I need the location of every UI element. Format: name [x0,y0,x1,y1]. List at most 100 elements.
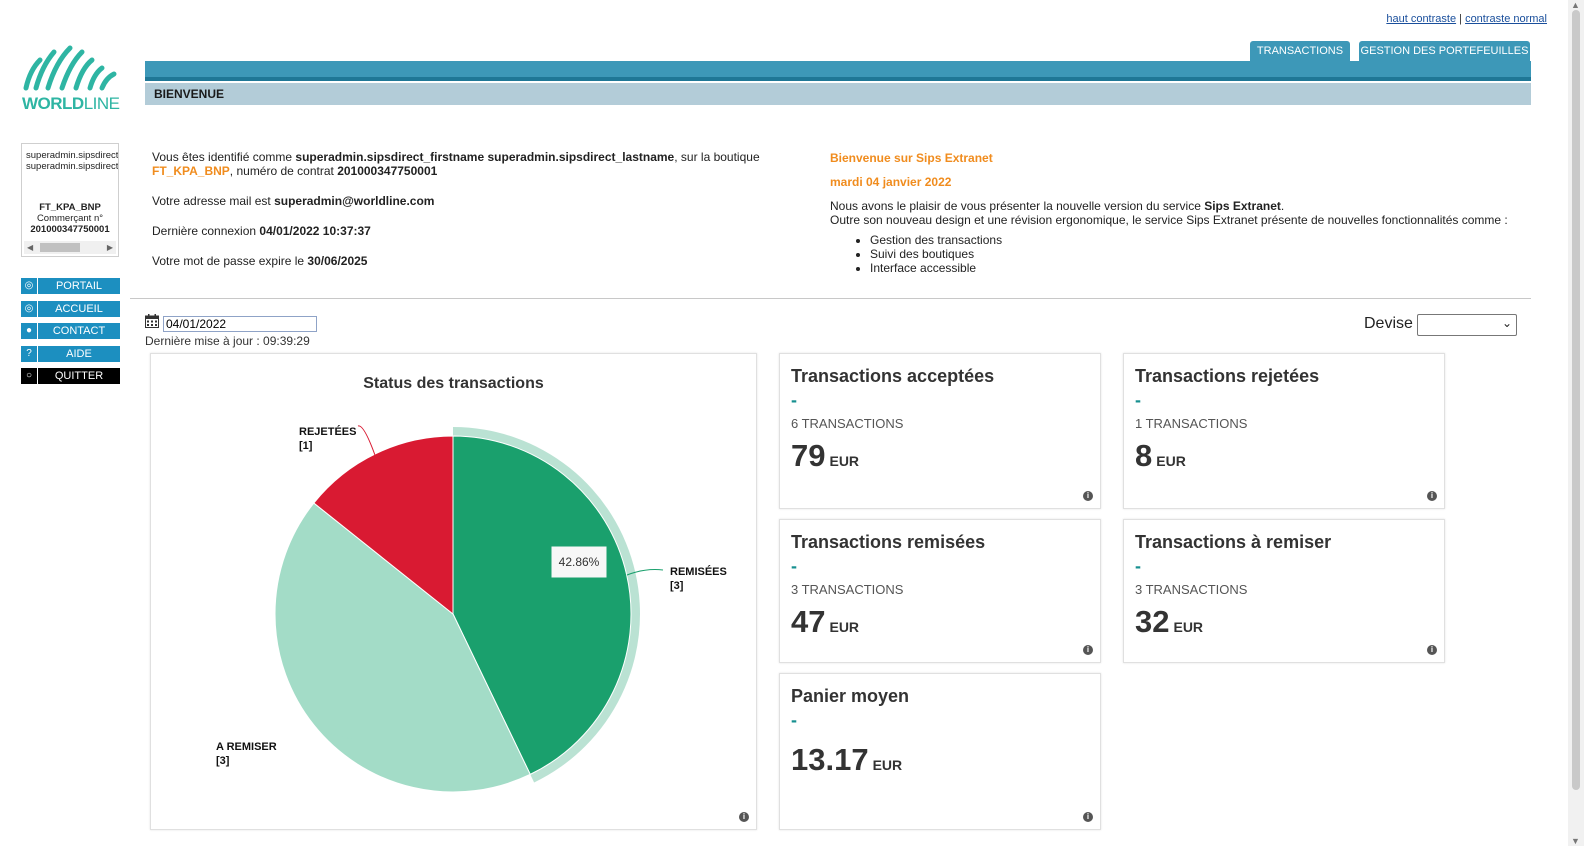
nav-aide-label: AIDE [38,346,120,362]
card-amount: 32 EUR [1135,604,1204,639]
nav-quitter[interactable]: ○ QUITTER [21,368,120,384]
user-firstname: superadmin.sipsdirect_firstname [26,150,118,161]
contact-icon: ● [21,323,37,339]
info-icon[interactable]: i [739,812,749,822]
merchant-contract-label: Commerçant n° [36,213,104,224]
ident-username: superadmin.sipsdirect_firstname superadm… [295,150,675,164]
ident-shop: FT_KPA_BNP [152,164,230,178]
nav-quitter-label: QUITTER [38,368,120,384]
news-feature-item: Suivi des boutiques [870,247,1530,261]
ident-contract: 201000347750001 [337,164,438,178]
power-icon: ○ [21,368,37,384]
card-count: 6 TRANSACTIONS [791,416,904,431]
contrast-links: haut contraste | contraste normal [1386,13,1547,25]
card-amount: 79 EUR [791,438,860,473]
normal-contrast-link[interactable]: contraste normal [1465,13,1547,25]
chart-tooltip-text: 42.86% [559,555,600,569]
news-date: mardi 04 janvier 2022 [830,175,952,189]
slice-label-a-remiser: A REMISER [216,741,277,753]
nav-portail-label: PORTAIL [38,278,120,294]
worldline-logo-mark [23,45,117,91]
news-feature-list: Gestion des transactions Suivi des bouti… [830,233,1530,275]
slice-label-rejetees: REJETÉES [299,425,356,438]
scrollbar-thumb[interactable] [1572,10,1580,790]
card-dash: - [791,390,797,410]
page-title-bar: BIENVENUE [145,83,1531,105]
transaction-status-chart: Status des transactions REMISÉES [3] A R… [150,353,757,830]
card-dash: - [1135,556,1141,576]
card-transactions-remisees: Transactions remisées - 3 TRANSACTIONS 4… [779,519,1101,663]
ident-lastlogin: 04/01/2022 10:37:37 [259,224,371,238]
info-icon[interactable]: i [1427,645,1437,655]
info-icon[interactable]: i [1083,645,1093,655]
ident-mail: superadmin@worldline.com [274,194,435,208]
nav-contact[interactable]: ● CONTACT [21,323,120,339]
news-line1: Nous avons le plaisir de vous présenter … [830,199,1285,213]
info-icon[interactable]: i [1427,491,1437,501]
card-transactions-rejetees: Transactions rejetées - 1 TRANSACTIONS 8… [1123,353,1445,509]
ident-pwd-expiry: 30/06/2025 [307,254,368,268]
scroll-right-icon[interactable]: ▶ [107,243,113,252]
news-feature-item: Interface accessible [870,261,1530,275]
card-amount: 8 EUR [1135,438,1186,473]
page-scrollbar[interactable]: ▲ ▼ [1568,0,1584,846]
nav-accueil-label: ACCUEIL [38,301,120,317]
contrast-separator: | [1459,13,1462,25]
info-icon[interactable]: i [1083,812,1093,822]
card-amount: 13.17 EUR [791,742,903,777]
date-input[interactable] [163,316,317,332]
merchant-shop: FT_KPA_BNP [39,202,101,213]
high-contrast-link[interactable]: haut contraste [1386,13,1456,25]
tab-gestion-portefeuilles[interactable]: GESTION DES PORTEFEUILLES [1359,41,1530,61]
page-title: BIENVENUE [154,87,225,101]
nav-aide[interactable]: ? AIDE [21,346,120,362]
nav-accueil[interactable]: ◎ ACCUEIL [21,301,120,317]
accueil-icon: ◎ [21,301,37,317]
scroll-up-icon[interactable]: ▲ [1571,0,1580,10]
card-panier-moyen: Panier moyen - 13.17 EUR i [779,673,1101,830]
scrollbar-thumb[interactable] [40,243,80,252]
ident-pwd-prefix: Votre mot de passe expire le [152,254,308,268]
header-band-dark [145,77,1531,81]
news-line2: Outre son nouveau design et une révision… [830,213,1508,227]
merchant-contract-number: 201000347750001 [30,224,110,235]
worldline-logo[interactable]: WORLDLINE [22,44,122,114]
nav-portail[interactable]: ◎ PORTAIL [21,278,120,294]
card-transactions-acceptees: Transactions acceptées - 6 TRANSACTIONS … [779,353,1101,509]
last-update-text: Dernière mise à jour : 09:39:29 [145,334,310,348]
card-dash: - [791,556,797,576]
slice-count-rejetees: [1] [299,440,313,452]
card-dash: - [791,710,797,730]
card-title: Transactions acceptées [791,366,995,386]
ident-contract-prefix: , numéro de contrat [229,164,338,178]
merchant-box-scrollbar[interactable]: ◀ ▶ [24,241,116,254]
merchant-info-box: superadmin.sipsdirect_firstname superadm… [21,143,119,257]
user-lastname: superadmin.sipsdirect_lastname [26,161,118,172]
scroll-down-icon[interactable]: ▼ [1571,836,1580,846]
news-title: Bienvenue sur Sips Extranet [830,151,993,165]
pie-chart[interactable]: REMISÉES [3] A REMISER [3] REJETÉES [1] … [151,354,756,829]
slice-count-a-remiser: [3] [216,755,230,767]
rejetees-connector [357,425,377,459]
ident-mail-prefix: Votre adresse mail est [152,194,275,208]
card-title: Transactions remisées [791,532,986,552]
tab-transactions[interactable]: TRANSACTIONS [1250,41,1350,61]
ident-intro: Vous êtes identifié comme [152,150,296,164]
nav-contact-label: CONTACT [38,323,120,339]
card-title: Transactions rejetées [1135,366,1320,386]
card-count: 1 TRANSACTIONS [1135,416,1248,431]
card-title: Panier moyen [791,686,910,706]
info-icon[interactable]: i [1083,491,1093,501]
identification-info: Vous êtes identifié comme superadmin.sip… [152,150,802,284]
card-amount: 47 EUR [791,604,860,639]
card-count: 3 TRANSACTIONS [1135,582,1248,597]
chevron-down-icon: ⌄ [1501,316,1512,330]
ident-lastlogin-prefix: Dernière connexion [152,224,260,238]
section-divider [130,298,1531,299]
devise-select[interactable]: ⌄ [1417,314,1517,336]
calendar-icon[interactable] [145,314,159,328]
news-feature-item: Gestion des transactions [870,233,1530,247]
logo-text: WORLDLINE [22,94,120,113]
card-dash: - [1135,390,1141,410]
scroll-left-icon[interactable]: ◀ [27,243,33,252]
